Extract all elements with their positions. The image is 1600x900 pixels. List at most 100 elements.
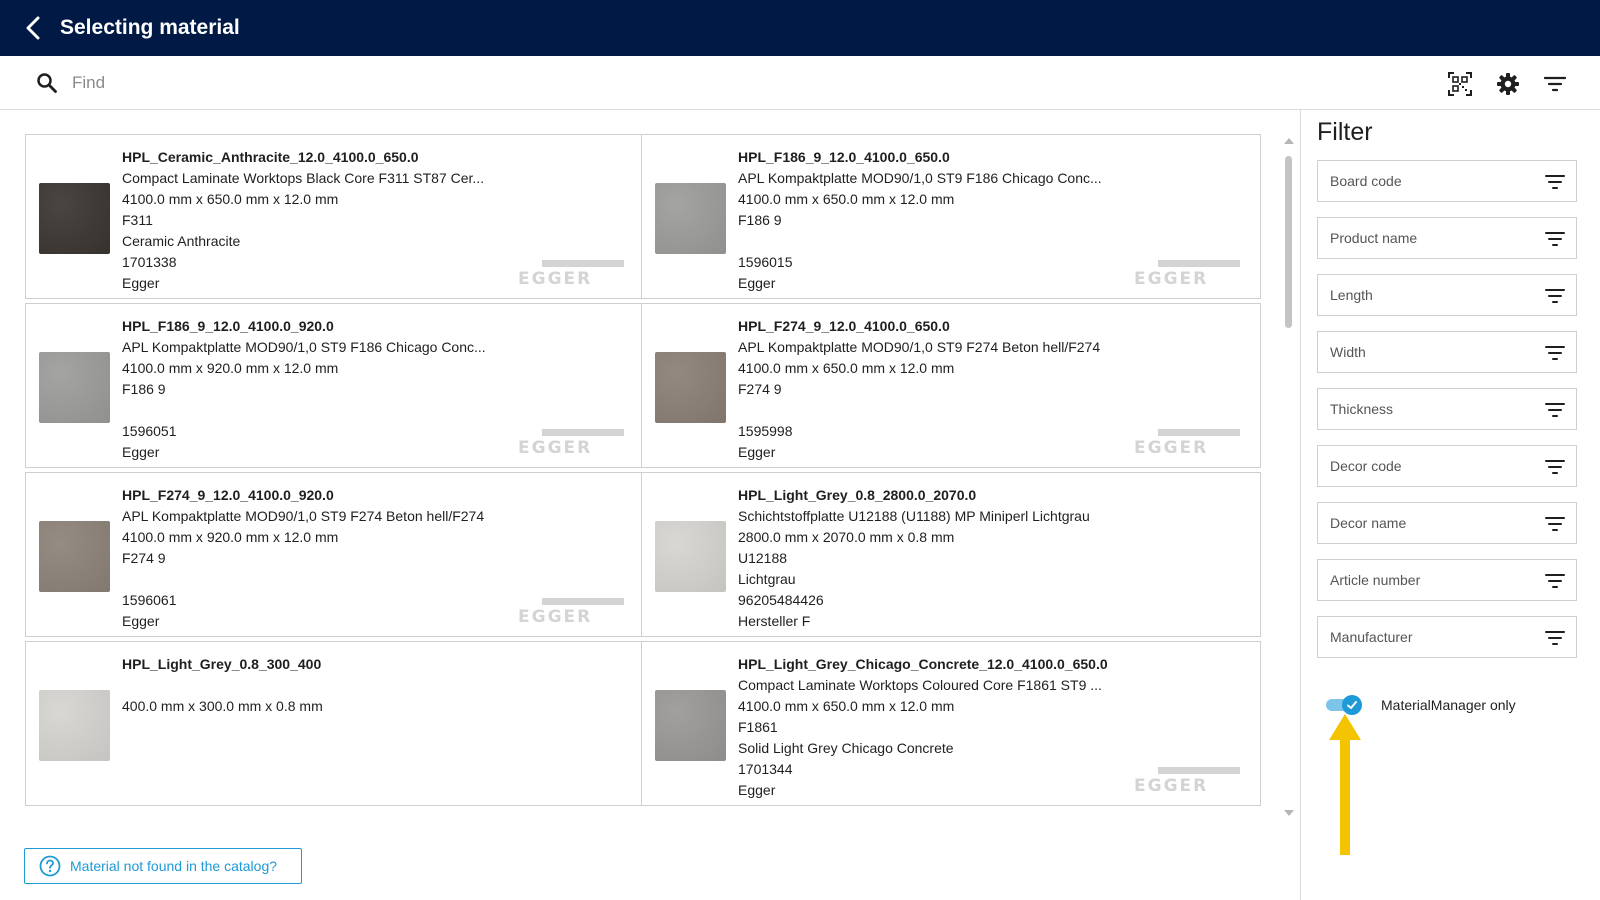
search-icon: [36, 72, 58, 94]
material-info: HPL_Light_Grey_Chicago_Concrete_12.0_410…: [738, 654, 1128, 801]
filter-decor-code[interactable]: Decor code: [1317, 445, 1577, 487]
filter-thickness[interactable]: Thickness: [1317, 388, 1577, 430]
filter-decor-name[interactable]: Decor name: [1317, 502, 1577, 544]
material-decor-name: [122, 569, 512, 590]
material-card[interactable]: HPL_F274_9_12.0_4100.0_920.0 APL Kompakt…: [25, 472, 645, 637]
material-swatch: [39, 521, 110, 592]
material-manufacturer: Egger: [122, 613, 160, 629]
list-scrollbar[interactable]: [1283, 138, 1295, 818]
material-manufacturer: Egger: [738, 444, 776, 460]
material-name: HPL_F274_9_12.0_4100.0_920.0: [122, 487, 334, 503]
filter-lines-icon: [1545, 631, 1565, 645]
material-name: HPL_F186_9_12.0_4100.0_650.0: [738, 149, 950, 165]
material-name: HPL_Light_Grey_0.8_300_400: [122, 656, 322, 672]
material-swatch: [655, 690, 726, 761]
search-input[interactable]: [72, 72, 872, 93]
qr-scan-button[interactable]: [1446, 70, 1474, 98]
material-article-number: 1596051: [122, 423, 177, 439]
filter-field-label: Article number: [1330, 572, 1421, 588]
material-decor-code: F311: [122, 212, 153, 228]
material-decor-name: Ceramic Anthracite: [122, 233, 241, 249]
filter-manufacturer[interactable]: Manufacturer: [1317, 616, 1577, 658]
material-decor-code: F274 9: [738, 381, 782, 397]
material-info: HPL_F186_9_12.0_4100.0_920.0 APL Kompakt…: [122, 316, 512, 463]
material-description: Compact Laminate Worktops Coloured Core …: [738, 677, 1102, 693]
material-card[interactable]: HPL_Ceramic_Anthracite_12.0_4100.0_650.0…: [25, 134, 645, 299]
filter-board-code[interactable]: Board code: [1317, 160, 1577, 202]
back-button[interactable]: [20, 15, 46, 41]
chevron-left-icon: [26, 16, 40, 40]
material-list: HPL_Ceramic_Anthracite_12.0_4100.0_650.0…: [0, 110, 1300, 900]
filter-lines-icon: [1544, 76, 1566, 92]
material-decor-name: Solid Light Grey Chicago Concrete: [738, 740, 954, 756]
filter-field-label: Product name: [1330, 230, 1418, 246]
settings-button[interactable]: [1494, 70, 1522, 98]
material-description: APL Kompaktplatte MOD90/1,0 ST9 F186 Chi…: [122, 339, 486, 355]
filter-lines-icon: [1545, 403, 1565, 417]
scroll-down-arrow-icon[interactable]: [1284, 810, 1294, 816]
material-description: Schichtstoffplatte U12188 (U1188) MP Min…: [738, 508, 1090, 524]
material-decor-code: F186 9: [738, 212, 782, 228]
material-dimensions: 4100.0 mm x 920.0 mm x 12.0 mm: [122, 529, 339, 545]
material-info: HPL_F274_9_12.0_4100.0_920.0 APL Kompakt…: [122, 485, 512, 632]
material-info: HPL_Ceramic_Anthracite_12.0_4100.0_650.0…: [122, 147, 512, 294]
filter-length[interactable]: Length: [1317, 274, 1577, 316]
material-swatch: [655, 183, 726, 254]
filter-lines-icon: [1545, 517, 1565, 531]
material-dimensions: 4100.0 mm x 650.0 mm x 12.0 mm: [738, 698, 955, 714]
material-manufacturer: Hersteller F: [738, 613, 811, 629]
material-description: APL Kompaktplatte MOD90/1,0 ST9 F274 Bet…: [122, 508, 485, 524]
material-decor-name: Lichtgrau: [738, 571, 796, 587]
material-card[interactable]: HPL_F186_9_12.0_4100.0_920.0 APL Kompakt…: [25, 303, 645, 468]
material-decor-code: F274 9: [122, 550, 166, 566]
material-dimensions: 400.0 mm x 300.0 mm x 0.8 mm: [122, 698, 323, 714]
filter-product-name[interactable]: Product name: [1317, 217, 1577, 259]
manufacturer-logo: EGGER: [518, 598, 624, 627]
material-manufacturer: Egger: [122, 444, 160, 460]
search-bar: [0, 56, 1600, 110]
material-info: HPL_F274_9_12.0_4100.0_650.0 APL Kompakt…: [738, 316, 1128, 463]
material-manufacturer: Egger: [738, 782, 776, 798]
filter-field-label: Manufacturer: [1330, 629, 1413, 645]
material-dimensions: 4100.0 mm x 920.0 mm x 12.0 mm: [122, 360, 339, 376]
filter-width[interactable]: Width: [1317, 331, 1577, 373]
check-icon: [1347, 701, 1357, 709]
filter-toggle-button[interactable]: [1541, 70, 1569, 98]
material-name: HPL_Light_Grey_Chicago_Concrete_12.0_410…: [738, 656, 1108, 672]
material-swatch: [39, 352, 110, 423]
question-circle-icon: [39, 855, 61, 877]
material-card[interactable]: HPL_F186_9_12.0_4100.0_650.0 APL Kompakt…: [641, 134, 1261, 299]
scroll-up-arrow-icon[interactable]: [1284, 138, 1294, 144]
material-article-number: 1701338: [122, 254, 177, 270]
gear-icon: [1497, 73, 1519, 95]
material-name: HPL_F274_9_12.0_4100.0_650.0: [738, 318, 950, 334]
material-decor-name: [738, 231, 1128, 252]
material-card[interactable]: HPL_Light_Grey_Chicago_Concrete_12.0_410…: [641, 641, 1261, 806]
material-swatch: [655, 352, 726, 423]
material-not-found-label: Material not found in the catalog?: [70, 858, 278, 874]
material-card[interactable]: HPL_F274_9_12.0_4100.0_650.0 APL Kompakt…: [641, 303, 1261, 468]
material-name: HPL_F186_9_12.0_4100.0_920.0: [122, 318, 334, 334]
material-info: HPL_F186_9_12.0_4100.0_650.0 APL Kompakt…: [738, 147, 1128, 294]
material-decor-code: F186 9: [122, 381, 166, 397]
filter-field-label: Decor code: [1330, 458, 1402, 474]
material-swatch: [655, 521, 726, 592]
materialmanager-only-label: MaterialManager only: [1381, 697, 1516, 713]
material-manufacturer: Egger: [738, 275, 776, 291]
filter-lines-icon: [1545, 574, 1565, 588]
material-article-number: 1596061: [122, 592, 177, 608]
manufacturer-logo: EGGER: [1134, 429, 1240, 458]
manufacturer-logo: EGGER: [518, 429, 624, 458]
material-card[interactable]: HPL_Light_Grey_0.8_300_400 400.0 mm x 30…: [25, 641, 645, 806]
manufacturer-logo: EGGER: [518, 260, 624, 289]
filter-lines-icon: [1545, 175, 1565, 189]
material-card[interactable]: HPL_Light_Grey_0.8_2800.0_2070.0 Schicht…: [641, 472, 1261, 637]
material-not-found-button[interactable]: Material not found in the catalog?: [24, 848, 302, 884]
filter-field-label: Thickness: [1330, 401, 1394, 417]
annotation-arrow-icon: [1329, 714, 1361, 855]
material-manufacturer: Egger: [122, 275, 160, 291]
material-description: Compact Laminate Worktops Black Core F31…: [122, 170, 485, 186]
filter-article-number[interactable]: Article number: [1317, 559, 1577, 601]
scroll-thumb[interactable]: [1285, 156, 1292, 328]
filter-lines-icon: [1545, 289, 1565, 303]
